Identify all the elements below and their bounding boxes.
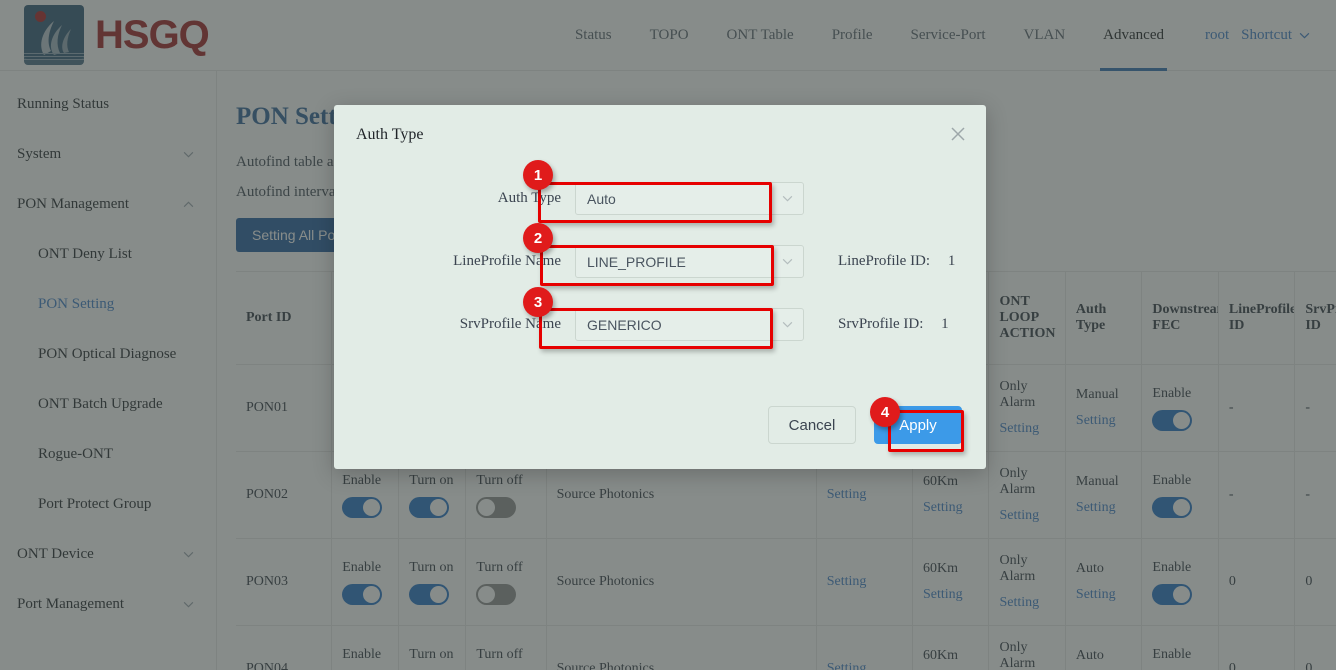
auth-type-value: Auto xyxy=(587,191,616,207)
lineprofile-id-label: LineProfile ID: xyxy=(838,253,930,269)
srvprofile-id-value: 1 xyxy=(941,316,949,332)
srvprofile-id-info: SrvProfile ID: 1 xyxy=(838,316,949,333)
chevron-down-icon xyxy=(782,321,793,328)
dialog-actions: Cancel Apply xyxy=(768,406,962,444)
lineprofile-id-value: 1 xyxy=(948,253,956,269)
lineprofile-name-select[interactable]: LINE_PROFILE xyxy=(575,245,804,278)
srvprofile-name-select[interactable]: GENERICO xyxy=(575,308,804,341)
lineprofile-name-label: LineProfile Name xyxy=(334,253,575,270)
form-row-srvprofile: SrvProfile Name GENERICO SrvProfile ID: … xyxy=(334,293,986,356)
form-row-auth-type: Auth Type Auto xyxy=(334,167,986,230)
step-badge-4: 4 xyxy=(870,397,900,427)
srvprofile-name-value: GENERICO xyxy=(587,317,662,333)
screen: HSGQ Status TOPO ONT Table Profile Servi… xyxy=(0,0,1336,670)
srvprofile-id-label: SrvProfile ID: xyxy=(838,316,923,332)
step-badge-3: 3 xyxy=(523,287,553,317)
auth-type-select[interactable]: Auto xyxy=(575,182,804,215)
step-badge-1: 1 xyxy=(523,160,553,190)
dialog-title: Auth Type xyxy=(356,126,423,144)
step-badge-2: 2 xyxy=(523,223,553,253)
dialog-form: Auth Type Auto LineProfile Name LINE_PRO… xyxy=(334,167,986,356)
chevron-down-icon xyxy=(782,258,793,265)
lineprofile-id-info: LineProfile ID: 1 xyxy=(838,253,955,270)
chevron-down-icon xyxy=(782,195,793,202)
auth-type-label: Auth Type xyxy=(334,190,575,207)
form-row-lineprofile: LineProfile Name LINE_PROFILE LineProfil… xyxy=(334,230,986,293)
lineprofile-name-value: LINE_PROFILE xyxy=(587,254,686,270)
close-icon[interactable] xyxy=(947,123,969,145)
srvprofile-name-label: SrvProfile Name xyxy=(334,316,575,333)
cancel-button[interactable]: Cancel xyxy=(768,406,856,444)
